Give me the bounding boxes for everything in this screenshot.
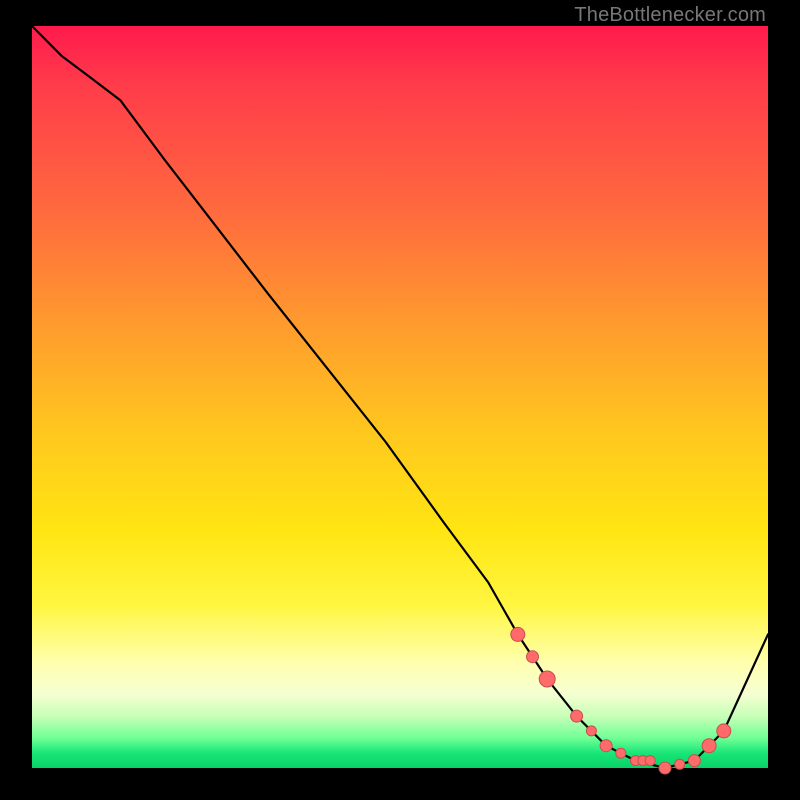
highlight-marker [717,724,731,738]
highlight-marker [600,740,612,752]
highlight-marker [586,726,596,736]
highlight-marker [616,748,626,758]
highlight-marker [702,739,716,753]
plot-area [32,26,768,768]
highlight-marker [527,651,539,663]
watermark-text: TheBottlenecker.com [574,4,766,27]
chart-frame: TheBottlenecker.com [0,0,800,800]
highlight-marker [659,762,671,774]
bottleneck-curve-path [32,26,768,768]
highlight-marker [511,627,525,641]
highlight-marker [571,710,583,722]
highlight-marker [688,755,700,767]
highlight-marker [675,759,685,769]
marker-group [511,627,731,774]
highlight-marker [539,671,555,687]
curve-svg [32,26,768,768]
highlight-marker [645,756,655,766]
